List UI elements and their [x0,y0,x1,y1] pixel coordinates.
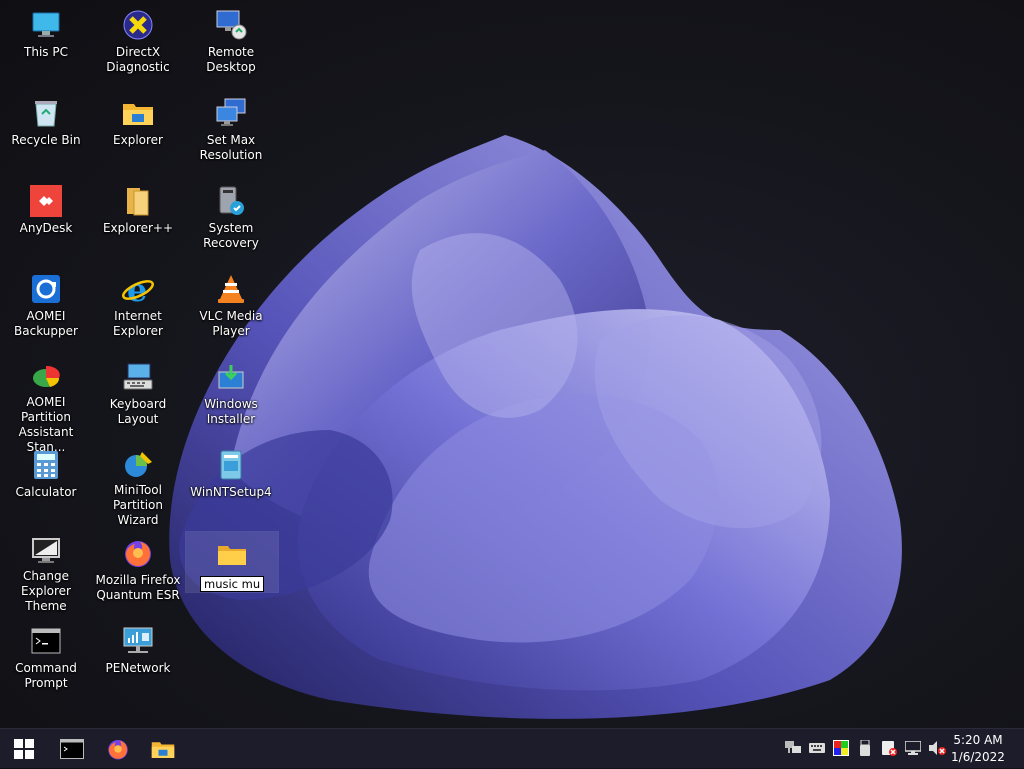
directx-icon [121,8,155,42]
desktop-icon-label: PENetwork [105,661,171,675]
clock-date: 1/6/2022 [951,750,1005,764]
desktop-icon-label: Mozilla Firefox Quantum ESR [95,573,181,602]
winntsetup-icon [214,448,248,482]
firefox-icon [121,536,155,570]
folder-explorer-icon [151,742,175,758]
taskbar: 5:20 AM 1/6/2022 [0,728,1024,768]
taskbar-cmd[interactable] [50,729,94,769]
explorer-plus-icon [121,184,155,218]
calculator-icon [29,448,63,482]
desktop-icon-new-folder[interactable] [185,531,279,593]
desktop-icon-label: System Recovery [203,221,259,250]
desktop-icon-set-max-resolution[interactable]: Set Max Resolution [185,90,277,174]
desktop-icon-windows-installer[interactable]: Windows Installer [185,354,277,438]
internet-explorer-icon: e [121,272,155,306]
anydesk-icon [29,184,63,218]
cmd-icon [60,739,84,759]
tray-volume-muted-icon[interactable] [928,739,946,757]
desktop-icon-command-prompt[interactable]: Command Prompt [0,618,92,702]
windows-installer-icon [214,360,248,394]
tray-keyboard-icon[interactable] [808,739,826,757]
start-button[interactable] [2,729,46,769]
taskbar-explorer[interactable] [141,729,185,769]
theme-monitor-icon [29,536,63,566]
desktop-icon-aomei-partition[interactable]: AOMEI Partition Assistant Stan... [0,354,92,454]
folder-rename-input[interactable] [200,576,264,592]
desktop-icon-label: Change Explorer Theme [21,569,71,613]
desktop-icon-recycle-bin[interactable]: Recycle Bin [0,90,92,174]
desktop-icon-label: Internet Explorer [113,309,163,338]
desktop-icon-label: Windows Installer [204,397,258,426]
desktop-icon-internet-explorer[interactable]: e Internet Explorer [92,266,184,350]
network-icon [121,624,155,658]
folder-icon [215,538,249,572]
remote-desktop-icon [214,8,248,42]
clock-time: 5:20 AM [953,733,1003,747]
desktop-icon-label: DirectX Diagnostic [106,45,170,74]
desktop-icon-label: Command Prompt [15,661,77,690]
desktop-icon-label: Calculator [15,485,77,499]
windows-start-icon [14,739,34,759]
desktop-icon-label: Explorer++ [102,221,174,235]
desktop-icon-change-explorer-theme[interactable]: Change Explorer Theme [0,530,92,614]
system-recovery-icon [214,184,248,218]
aomei-backupper-icon [29,272,63,306]
desktop-icon-label: VLC Media Player [199,309,263,338]
desktop-icon-label: WinNTSetup4 [190,485,272,499]
desktop-icon-label: Remote Desktop [206,45,256,74]
tray-color-icon[interactable] [832,739,850,757]
keyboard-icon [121,360,155,394]
desktop-icon-winntsetup[interactable]: WinNTSetup4 [185,442,277,526]
desktop-icon-keyboard-layout[interactable]: Keyboard Layout [92,354,184,438]
desktop-icon-label: MiniTool Partition Wizard [112,483,163,527]
desktop-icon-minitool[interactable]: MiniTool Partition Wizard [92,442,184,527]
desktop-icon-this-pc[interactable]: This PC [0,2,92,86]
desktop-icon-label: AnyDesk [19,221,73,235]
folder-explorer-icon [121,96,155,130]
desktop-icon-aomei-backupper[interactable]: AOMEI Backupper [0,266,92,350]
desktop-icon-firefox[interactable]: Mozilla Firefox Quantum ESR [92,530,184,614]
aomei-partition-icon [29,360,63,392]
monitor-icon [29,8,63,42]
cmd-icon [29,624,63,658]
desktop-icon-penetwork[interactable]: PENetwork [92,618,184,702]
taskbar-firefox[interactable] [96,729,140,769]
desktop-icon-explorer-plus[interactable]: Explorer++ [92,178,184,262]
firefox-icon [108,740,128,760]
desktop-icon-anydesk[interactable]: AnyDesk [0,178,92,262]
desktop-icon-label: Explorer [113,133,163,147]
desktop-icon-explorer[interactable]: Explorer [92,90,184,174]
display-settings-icon [214,96,248,130]
desktop-icon-label: Set Max Resolution [199,133,263,162]
vlc-icon [214,272,248,306]
desktop-icon-system-recovery[interactable]: System Recovery [185,178,277,262]
desktop-icon-calculator[interactable]: Calculator [0,442,92,526]
taskbar-clock[interactable]: 5:20 AM 1/6/2022 [948,732,1008,766]
desktop-icon-label: This PC [24,45,68,59]
desktop-icon-label: AOMEI Backupper [14,309,78,338]
tray-usb-icon[interactable] [856,739,874,757]
desktop-icon-vlc[interactable]: VLC Media Player [185,266,277,350]
desktop-icon-directx-diagnostic[interactable]: DirectX Diagnostic [92,2,184,86]
tray-network-icon[interactable] [784,739,802,757]
minitool-icon [121,448,155,480]
tray-display-icon[interactable] [904,739,922,757]
recycle-bin-icon [29,96,63,130]
desktop-icon-label: Keyboard Layout [109,397,167,426]
desktop-icon-remote-desktop[interactable]: Remote Desktop [185,2,277,86]
tray-disk-icon[interactable] [880,739,898,757]
desktop-icon-label: Recycle Bin [11,133,81,147]
